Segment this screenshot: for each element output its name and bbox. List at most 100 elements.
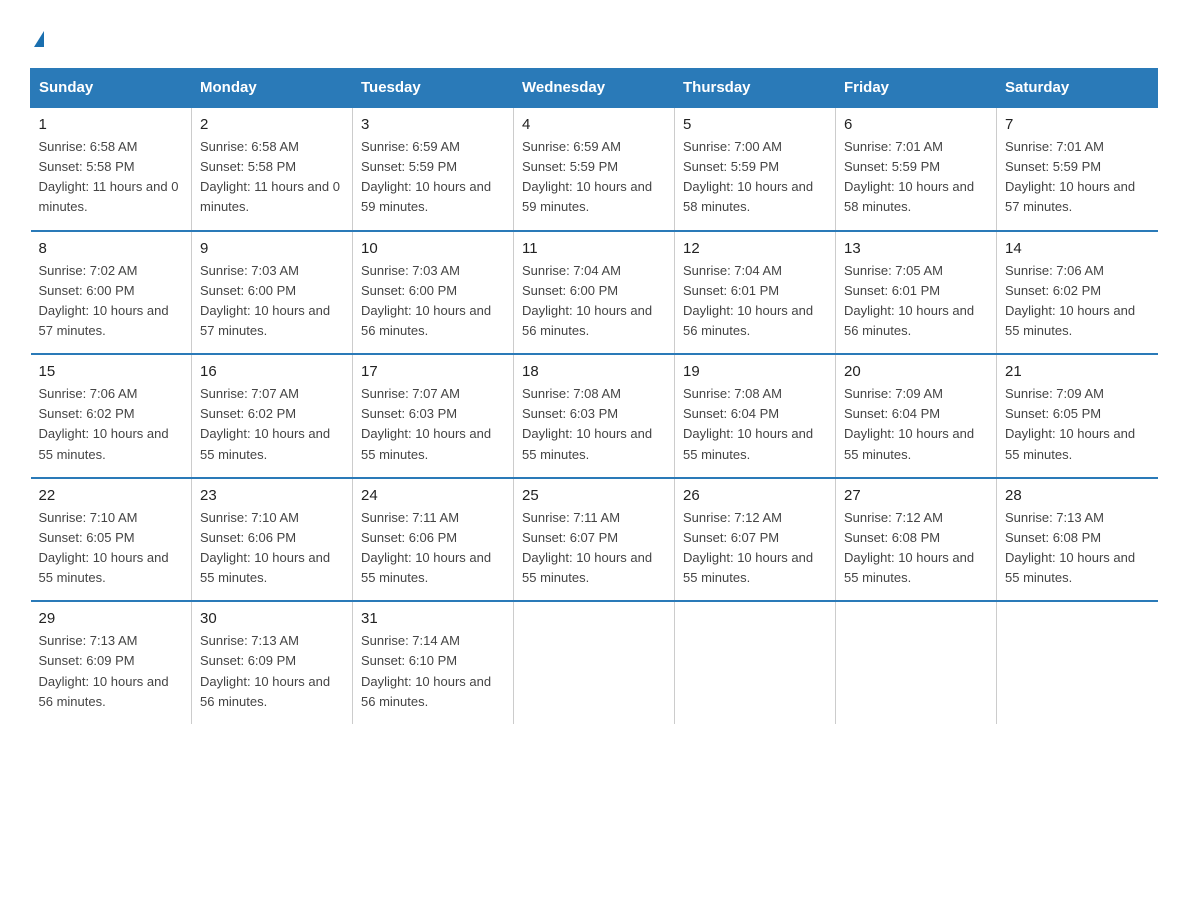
day-number: 29 [39, 610, 184, 627]
day-info: Sunrise: 7:01 AMSunset: 5:59 PMDaylight:… [1005, 137, 1150, 218]
day-info: Sunrise: 7:01 AMSunset: 5:59 PMDaylight:… [844, 137, 988, 218]
day-number: 28 [1005, 487, 1150, 504]
header-sunday: Sunday [31, 69, 192, 108]
day-number: 1 [39, 116, 184, 133]
calendar-cell: 10 Sunrise: 7:03 AMSunset: 6:00 PMDayligh… [353, 231, 514, 355]
day-info: Sunrise: 7:10 AMSunset: 6:05 PMDaylight:… [39, 508, 184, 589]
calendar-cell [836, 601, 997, 724]
day-info: Sunrise: 7:09 AMSunset: 6:04 PMDaylight:… [844, 384, 988, 465]
day-info: Sunrise: 7:11 AMSunset: 6:06 PMDaylight:… [361, 508, 505, 589]
day-number: 21 [1005, 363, 1150, 380]
calendar-cell: 23Sunrise: 7:10 AMSunset: 6:06 PMDayligh… [192, 478, 353, 602]
calendar-cell: 1 Sunrise: 6:58 AMSunset: 5:58 PMDaylight… [31, 107, 192, 231]
calendar-cell: 21Sunrise: 7:09 AMSunset: 6:05 PMDayligh… [997, 354, 1158, 478]
logo-triangle-icon [34, 31, 44, 47]
calendar-cell: 28Sunrise: 7:13 AMSunset: 6:08 PMDayligh… [997, 478, 1158, 602]
calendar-cell: 16 Sunrise: 7:07 AMSunset: 6:02 PMDayligh… [192, 354, 353, 478]
day-number: 13 [844, 240, 988, 257]
header-wednesday: Wednesday [514, 69, 675, 108]
header-saturday: Saturday [997, 69, 1158, 108]
day-number: 15 [39, 363, 184, 380]
day-info: Sunrise: 6:59 AMSunset: 5:59 PMDaylight:… [522, 137, 666, 218]
day-info: Sunrise: 7:03 AMSunset: 6:00 PMDaylight:… [361, 261, 505, 342]
calendar-row-5: 29 Sunrise: 7:13 AMSunset: 6:09 PMDayligh… [31, 601, 1158, 724]
day-number: 4 [522, 116, 666, 133]
calendar-cell: 19 Sunrise: 7:08 AMSunset: 6:04 PMDayligh… [675, 354, 836, 478]
day-info: Sunrise: 7:04 AMSunset: 6:01 PMDaylight:… [683, 261, 827, 342]
day-info: Sunrise: 7:08 AMSunset: 6:03 PMDaylight:… [522, 384, 666, 465]
calendar-row-3: 15 Sunrise: 7:06 AMSunset: 6:02 PMDayligh… [31, 354, 1158, 478]
day-number: 20 [844, 363, 988, 380]
calendar-cell: 6 Sunrise: 7:01 AMSunset: 5:59 PMDaylight… [836, 107, 997, 231]
day-number: 10 [361, 240, 505, 257]
day-info: Sunrise: 7:02 AMSunset: 6:00 PMDaylight:… [39, 261, 184, 342]
calendar-cell: 5 Sunrise: 7:00 AMSunset: 5:59 PMDaylight… [675, 107, 836, 231]
calendar-cell: 20 Sunrise: 7:09 AMSunset: 6:04 PMDayligh… [836, 354, 997, 478]
calendar-cell: 11 Sunrise: 7:04 AMSunset: 6:00 PMDayligh… [514, 231, 675, 355]
calendar-cell: 18 Sunrise: 7:08 AMSunset: 6:03 PMDayligh… [514, 354, 675, 478]
day-number: 14 [1005, 240, 1150, 257]
day-number: 18 [522, 363, 666, 380]
day-info: Sunrise: 7:03 AMSunset: 6:00 PMDaylight:… [200, 261, 344, 342]
calendar-cell: 2 Sunrise: 6:58 AMSunset: 5:58 PMDaylight… [192, 107, 353, 231]
day-info: Sunrise: 7:00 AMSunset: 5:59 PMDaylight:… [683, 137, 827, 218]
calendar-cell: 17 Sunrise: 7:07 AMSunset: 6:03 PMDayligh… [353, 354, 514, 478]
calendar-row-2: 8 Sunrise: 7:02 AMSunset: 6:00 PMDaylight… [31, 231, 1158, 355]
calendar-cell [675, 601, 836, 724]
calendar-cell: 29 Sunrise: 7:13 AMSunset: 6:09 PMDayligh… [31, 601, 192, 724]
calendar-cell [514, 601, 675, 724]
calendar-row-1: 1 Sunrise: 6:58 AMSunset: 5:58 PMDaylight… [31, 107, 1158, 231]
calendar-cell: 8 Sunrise: 7:02 AMSunset: 6:00 PMDaylight… [31, 231, 192, 355]
day-number: 8 [39, 240, 184, 257]
day-number: 27 [844, 487, 988, 504]
day-number: 9 [200, 240, 344, 257]
calendar-cell: 30 Sunrise: 7:13 AMSunset: 6:09 PMDayligh… [192, 601, 353, 724]
day-info: Sunrise: 7:07 AMSunset: 6:02 PMDaylight:… [200, 384, 344, 465]
calendar-cell [997, 601, 1158, 724]
calendar-cell: 7Sunrise: 7:01 AMSunset: 5:59 PMDaylight… [997, 107, 1158, 231]
calendar-row-4: 22Sunrise: 7:10 AMSunset: 6:05 PMDayligh… [31, 478, 1158, 602]
day-number: 30 [200, 610, 344, 627]
day-number: 31 [361, 610, 505, 627]
day-number: 17 [361, 363, 505, 380]
calendar-cell: 27 Sunrise: 7:12 AMSunset: 6:08 PMDayligh… [836, 478, 997, 602]
calendar-header-row: SundayMondayTuesdayWednesdayThursdayFrid… [31, 69, 1158, 108]
page-header [30, 20, 1158, 48]
day-info: Sunrise: 7:14 AMSunset: 6:10 PMDaylight:… [361, 631, 505, 712]
day-info: Sunrise: 7:12 AMSunset: 6:07 PMDaylight:… [683, 508, 827, 589]
logo-top [30, 20, 44, 48]
header-thursday: Thursday [675, 69, 836, 108]
day-info: Sunrise: 7:13 AMSunset: 6:09 PMDaylight:… [39, 631, 184, 712]
day-info: Sunrise: 7:13 AMSunset: 6:09 PMDaylight:… [200, 631, 344, 712]
calendar-cell: 9 Sunrise: 7:03 AMSunset: 6:00 PMDaylight… [192, 231, 353, 355]
day-number: 24 [361, 487, 505, 504]
day-info: Sunrise: 7:07 AMSunset: 6:03 PMDaylight:… [361, 384, 505, 465]
day-number: 6 [844, 116, 988, 133]
day-info: Sunrise: 7:12 AMSunset: 6:08 PMDaylight:… [844, 508, 988, 589]
day-info: Sunrise: 7:11 AMSunset: 6:07 PMDaylight:… [522, 508, 666, 589]
day-info: Sunrise: 7:08 AMSunset: 6:04 PMDaylight:… [683, 384, 827, 465]
calendar-cell: 14Sunrise: 7:06 AMSunset: 6:02 PMDayligh… [997, 231, 1158, 355]
logo [30, 20, 44, 48]
day-number: 5 [683, 116, 827, 133]
calendar-cell: 31 Sunrise: 7:14 AMSunset: 6:10 PMDayligh… [353, 601, 514, 724]
day-number: 25 [522, 487, 666, 504]
calendar-cell: 12Sunrise: 7:04 AMSunset: 6:01 PMDayligh… [675, 231, 836, 355]
day-info: Sunrise: 7:06 AMSunset: 6:02 PMDaylight:… [39, 384, 184, 465]
day-info: Sunrise: 6:58 AMSunset: 5:58 PMDaylight:… [200, 137, 344, 218]
day-number: 16 [200, 363, 344, 380]
calendar-cell: 24 Sunrise: 7:11 AMSunset: 6:06 PMDayligh… [353, 478, 514, 602]
day-number: 23 [200, 487, 344, 504]
calendar-cell: 13 Sunrise: 7:05 AMSunset: 6:01 PMDayligh… [836, 231, 997, 355]
calendar-cell: 3Sunrise: 6:59 AMSunset: 5:59 PMDaylight… [353, 107, 514, 231]
day-info: Sunrise: 7:04 AMSunset: 6:00 PMDaylight:… [522, 261, 666, 342]
header-friday: Friday [836, 69, 997, 108]
day-number: 11 [522, 240, 666, 257]
day-number: 2 [200, 116, 344, 133]
calendar-cell: 26Sunrise: 7:12 AMSunset: 6:07 PMDayligh… [675, 478, 836, 602]
day-info: Sunrise: 6:58 AMSunset: 5:58 PMDaylight:… [39, 137, 184, 218]
day-info: Sunrise: 7:05 AMSunset: 6:01 PMDaylight:… [844, 261, 988, 342]
day-number: 19 [683, 363, 827, 380]
calendar-cell: 4 Sunrise: 6:59 AMSunset: 5:59 PMDaylight… [514, 107, 675, 231]
day-info: Sunrise: 6:59 AMSunset: 5:59 PMDaylight:… [361, 137, 505, 218]
